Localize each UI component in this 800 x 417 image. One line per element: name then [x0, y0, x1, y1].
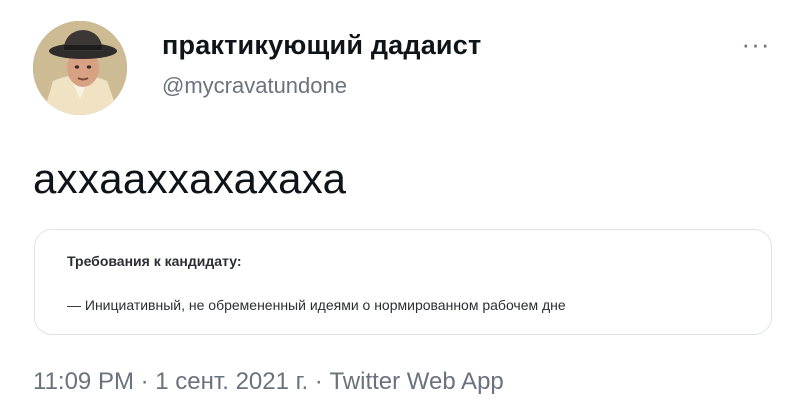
tweet-source[interactable]: Twitter Web App: [329, 368, 503, 395]
username[interactable]: @mycravatundone: [162, 73, 347, 99]
tweet-date[interactable]: 1 сент. 2021 г.: [155, 368, 308, 395]
avatar[interactable]: [33, 21, 127, 115]
quote-line: — Инициативный, не обремененный идеями о…: [67, 297, 566, 313]
quote-heading: Требования к кандидату:: [67, 253, 242, 269]
tweet-text: ахxаахxахахаха: [33, 155, 347, 202]
quoted-content-card[interactable]: Требования к кандидату: — Инициативный, …: [34, 229, 772, 335]
man-in-hat-avatar-icon: [33, 21, 127, 115]
ellipsis-icon: ···: [741, 28, 771, 59]
display-name[interactable]: практикующий дадаист: [162, 30, 481, 61]
tweet-metadata: 11:09 PM · 1 сент. 2021 г. · Twitter Web…: [33, 368, 504, 396]
more-options-button[interactable]: ···: [738, 29, 774, 59]
tweet-time[interactable]: 11:09 PM: [33, 368, 134, 395]
separator: ·: [133, 368, 156, 395]
separator: ·: [308, 368, 330, 395]
